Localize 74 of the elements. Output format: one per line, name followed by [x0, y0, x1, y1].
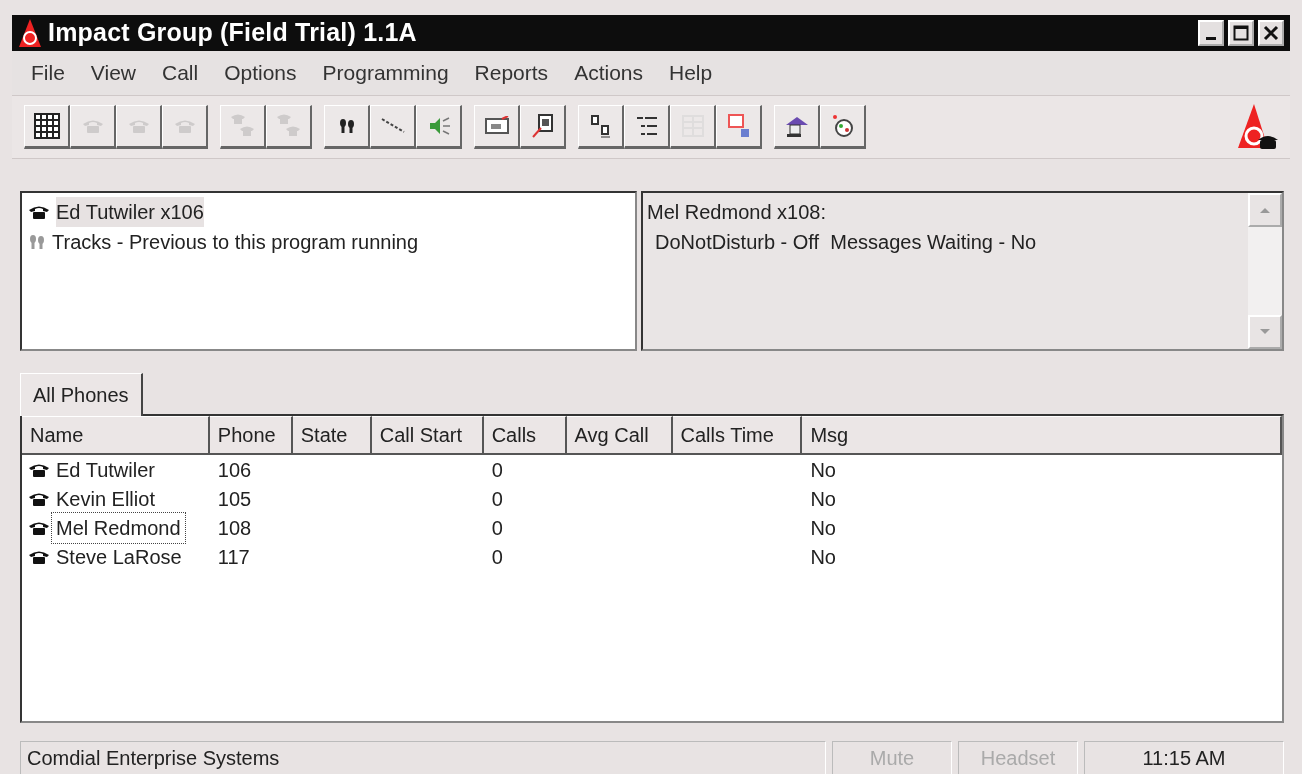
- toolbar-button[interactable]: [520, 105, 566, 149]
- details-text: DoNotDisturb - Off Messages Waiting - No: [654, 230, 1038, 255]
- menu-item[interactable]: File: [18, 57, 78, 89]
- table-cell-text: 0: [490, 544, 504, 570]
- table-cell-text: 105: [216, 486, 253, 512]
- column-header[interactable]: Calls Time: [672, 416, 803, 455]
- menu-item[interactable]: Options: [211, 57, 310, 89]
- toolbar-button[interactable]: [624, 105, 670, 149]
- phone-icon: [127, 118, 150, 134]
- column-header[interactable]: Calls: [483, 416, 567, 455]
- menu-item[interactable]: View: [77, 57, 149, 89]
- table-cell-text: 117: [216, 544, 251, 570]
- labels-icon: [589, 114, 612, 138]
- menu-item[interactable]: Reports: [461, 57, 562, 89]
- column-header[interactable]: State: [292, 416, 372, 455]
- menu-item[interactable]: Help: [656, 57, 726, 89]
- menu-item[interactable]: Actions: [561, 57, 656, 89]
- scroll-down-icon: [1259, 328, 1271, 336]
- column-header[interactable]: Avg Call: [566, 416, 673, 455]
- column-header[interactable]: Call Start: [371, 416, 484, 455]
- status-text: Comdial Enterprise Systems: [20, 741, 826, 774]
- table-cell-text: 0: [490, 515, 504, 541]
- status-text: Headset: [958, 741, 1078, 774]
- close-icon: [1263, 25, 1279, 41]
- close-button[interactable]: [1258, 20, 1284, 46]
- logo-icon: [18, 18, 42, 48]
- column-header[interactable]: Msg: [802, 416, 1282, 455]
- minimize-icon: [1206, 36, 1216, 40]
- table-cell[interactable]: Ed Tutwiler: [52, 454, 159, 485]
- maximize-icon: [1233, 25, 1249, 41]
- scroll-up-icon: [1259, 206, 1271, 214]
- phone-icon: [173, 118, 196, 134]
- status-text: 11:15 AM: [1084, 741, 1284, 774]
- toolbar-button[interactable]: [774, 105, 820, 149]
- table-cell[interactable]: Kevin Elliot: [52, 483, 159, 514]
- monitor-icon: [483, 116, 510, 136]
- table-cell-text: No: [809, 457, 837, 483]
- toolbar-button[interactable]: [474, 105, 520, 149]
- menu-item[interactable]: Programming: [309, 57, 462, 89]
- table-cell[interactable]: Steve LaRose: [52, 541, 186, 572]
- table-cell-text: No: [809, 515, 837, 541]
- toolbar-button[interactable]: [820, 105, 866, 149]
- dial-icon: [830, 114, 855, 138]
- status-text: Mute: [832, 741, 952, 774]
- menu-item[interactable]: Call: [149, 57, 212, 89]
- toolbar-button[interactable]: [324, 105, 370, 149]
- phone-icon: [28, 204, 50, 220]
- window-title: Impact Group (Field Trial) 1.1A: [48, 17, 417, 49]
- toolbar-button[interactable]: [578, 105, 624, 149]
- toolbar-button[interactable]: [24, 105, 70, 149]
- column-header[interactable]: Phone: [209, 416, 293, 455]
- document-pen-icon: [530, 113, 555, 139]
- windows-icon: [726, 113, 751, 139]
- details-heading: Mel Redmond x108:: [647, 200, 827, 225]
- activity-item[interactable]: Ed Tutwiler x106: [56, 197, 204, 227]
- table-cell-text: 0: [490, 486, 504, 512]
- scrollbar[interactable]: [1248, 193, 1282, 349]
- table-cell-text: No: [809, 486, 837, 512]
- table-cell-text: 0: [490, 457, 504, 483]
- column-header[interactable]: Name: [22, 416, 210, 455]
- activity-item[interactable]: Tracks - Previous to this program running: [52, 227, 419, 257]
- tab[interactable]: All Phones: [20, 373, 143, 416]
- table-cell-text: No: [809, 544, 837, 570]
- footprints-icon: [28, 234, 46, 250]
- minimize-button[interactable]: [1198, 20, 1224, 46]
- grid-icon: [33, 113, 60, 139]
- table-cell[interactable]: Mel Redmond: [52, 512, 185, 543]
- table-cell-text: 106: [216, 457, 253, 483]
- maximize-button[interactable]: [1228, 20, 1254, 46]
- dashed-line-icon: [379, 116, 406, 136]
- list-icon: [634, 114, 659, 138]
- phone-icon: [81, 118, 104, 134]
- table-cell-text: 108: [216, 515, 253, 541]
- footprints-icon: [337, 118, 356, 134]
